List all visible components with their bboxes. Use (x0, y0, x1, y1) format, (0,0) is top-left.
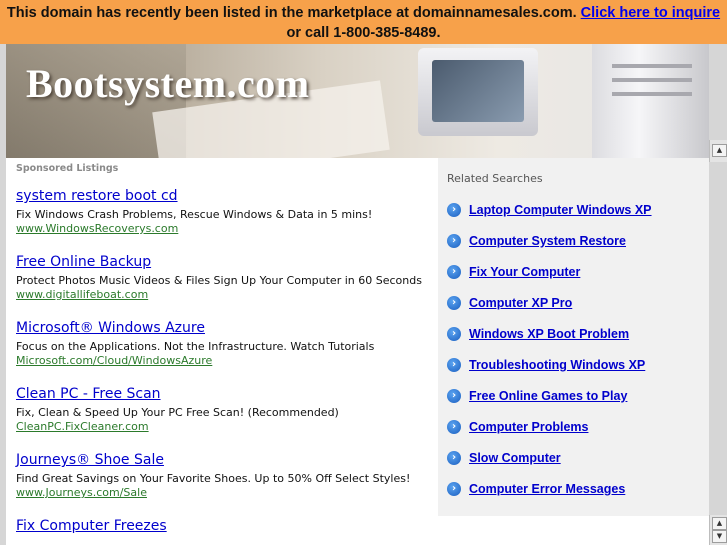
arrow-circle-icon: › (447, 482, 461, 496)
listing-title[interactable]: Journeys® Shoe Sale (16, 452, 436, 469)
scroll-down-arrow-icon[interactable]: ▼ (712, 530, 727, 543)
related-link[interactable]: Computer Problems (469, 419, 588, 435)
computer-tower-image (592, 44, 709, 158)
related-heading: Related Searches (447, 172, 543, 185)
scroll-up-arrow-icon[interactable]: ▲ (712, 517, 727, 530)
arrow-circle-icon: › (447, 420, 461, 434)
arrow-circle-icon: › (447, 451, 461, 465)
listing-item: Fix Computer Freezes (16, 518, 436, 535)
scrollbar-top-segment[interactable]: ▲ (709, 140, 727, 162)
sponsored-listings: Sponsored Listings system restore boot c… (6, 158, 436, 545)
listing-description: Protect Photos Music Videos & Files Sign… (16, 274, 422, 287)
arrow-circle-icon: › (447, 265, 461, 279)
listing-url[interactable]: www.digitallifeboat.com (16, 288, 436, 302)
related-link[interactable]: Free Online Games to Play (469, 388, 627, 404)
related-link[interactable]: Troubleshooting Windows XP (469, 357, 645, 373)
arrow-circle-icon: › (447, 389, 461, 403)
scrollbar-bottom-segment[interactable]: ▲ ▼ (709, 515, 727, 545)
related-link[interactable]: Computer Error Messages (469, 481, 625, 497)
related-link[interactable]: Laptop Computer Windows XP (469, 202, 652, 218)
banner-text: This domain has recently been listed in … (6, 5, 577, 21)
listing-item: Free Online Backup Protect Photos Music … (16, 254, 436, 302)
listing-description: Fix Windows Crash Problems, Rescue Windo… (16, 208, 373, 221)
related-link[interactable]: Windows XP Boot Problem (469, 326, 629, 342)
listing-url[interactable]: Microsoft.com/Cloud/WindowsAzure (16, 354, 436, 368)
related-link[interactable]: Computer System Restore (469, 233, 626, 249)
banner-phone: or call 1-800-385-8489. (286, 25, 441, 41)
monitor-image (418, 48, 538, 136)
listing-item: Clean PC - Free Scan Fix, Clean & Speed … (16, 386, 436, 434)
page-content: Bootsystem.com Sponsored Listings system… (6, 44, 709, 545)
listing-item: Microsoft® Windows Azure Focus on the Ap… (16, 320, 436, 368)
listing-title[interactable]: system restore boot cd (16, 188, 436, 205)
listing-url[interactable]: CleanPC.FixCleaner.com (16, 420, 436, 434)
listing-description: Find Great Savings on Your Favorite Shoe… (16, 472, 411, 485)
listing-item: system restore boot cd Fix Windows Crash… (16, 188, 436, 236)
listing-title[interactable]: Free Online Backup (16, 254, 436, 271)
related-link[interactable]: Slow Computer (469, 450, 561, 466)
header-banner-image: Bootsystem.com (6, 44, 709, 158)
listing-title[interactable]: Clean PC - Free Scan (16, 386, 436, 403)
listing-title[interactable]: Microsoft® Windows Azure (16, 320, 436, 337)
sponsored-heading: Sponsored Listings (16, 163, 119, 174)
listing-url[interactable]: www.WindowsRecoverys.com (16, 222, 436, 236)
listing-title[interactable]: Fix Computer Freezes (16, 518, 436, 535)
related-link[interactable]: Fix Your Computer (469, 264, 580, 280)
arrow-circle-icon: › (447, 358, 461, 372)
related-searches: Related Searches › Laptop Computer Windo… (438, 158, 709, 516)
scroll-up-arrow-icon[interactable]: ▲ (712, 144, 727, 157)
arrow-circle-icon: › (447, 327, 461, 341)
arrow-circle-icon: › (447, 203, 461, 217)
arrow-circle-icon: › (447, 234, 461, 248)
listing-url[interactable]: www.Journeys.com/Sale (16, 486, 436, 500)
listing-description: Focus on the Applications. Not the Infra… (16, 340, 375, 353)
listing-description: Fix, Clean & Speed Up Your PC Free Scan!… (16, 406, 339, 419)
domain-sale-banner: This domain has recently been listed in … (0, 0, 727, 44)
related-link[interactable]: Computer XP Pro (469, 295, 572, 311)
site-title: Bootsystem.com (26, 61, 310, 106)
arrow-circle-icon: › (447, 296, 461, 310)
listing-item: Journeys® Shoe Sale Find Great Savings o… (16, 452, 436, 500)
inquire-link[interactable]: Click here to inquire (581, 5, 720, 21)
